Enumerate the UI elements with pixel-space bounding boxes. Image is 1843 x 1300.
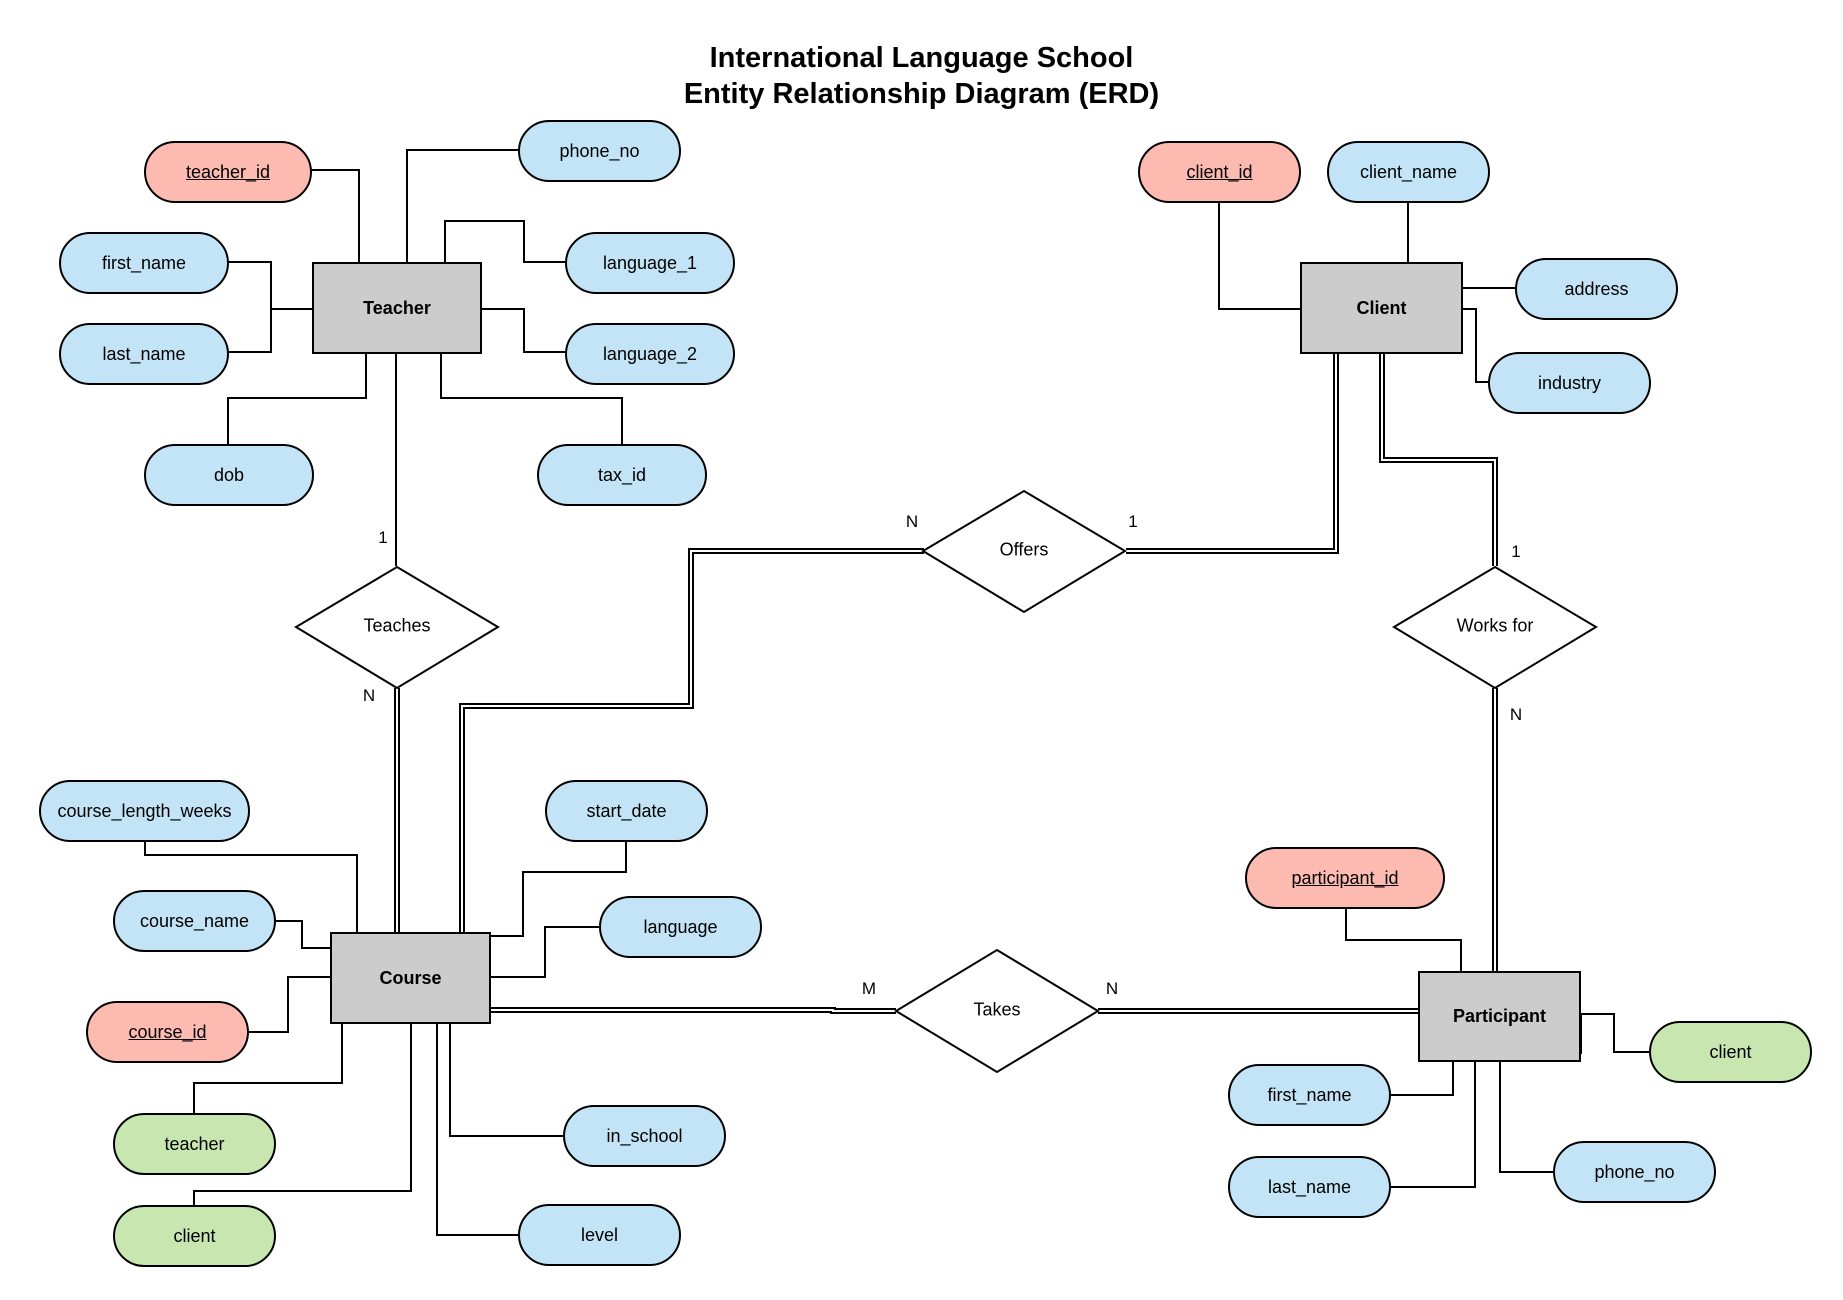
attr-participant-id[interactable]: participant_id <box>1245 847 1445 909</box>
double-offers-course <box>459 548 924 932</box>
relationship-offers-label[interactable]: Offers <box>1000 540 1049 561</box>
relationship-works-for-label[interactable]: Works for <box>1457 616 1534 637</box>
cardinality-offers-course: N <box>905 512 919 531</box>
attr-teacher-last-name[interactable]: last_name <box>59 323 229 385</box>
connector-language-2 <box>481 308 566 353</box>
cardinality-teaches-course: N <box>362 686 376 705</box>
connector-course-id <box>249 976 330 1033</box>
connector-language-1 <box>444 220 566 263</box>
diagram-title-line-1: International Language School <box>709 42 1134 74</box>
connector-in-school <box>449 1024 564 1137</box>
connector-first-name <box>227 261 272 353</box>
attr-teacher-language-2[interactable]: language_2 <box>565 323 735 385</box>
entity-participant[interactable]: Participant <box>1418 971 1581 1062</box>
connector-part-phone <box>1499 1061 1554 1173</box>
attr-teacher-tax-id[interactable]: tax_id <box>537 444 707 506</box>
attr-course-client[interactable]: client <box>113 1205 276 1267</box>
attr-course-teacher[interactable]: teacher <box>113 1113 276 1175</box>
connector-course-name <box>274 920 330 949</box>
connector-part-client-2 <box>1580 1013 1650 1053</box>
connector-client-id <box>1218 202 1300 310</box>
attr-participant-first-name[interactable]: first_name <box>1228 1064 1391 1126</box>
attr-client-industry[interactable]: industry <box>1488 352 1651 414</box>
relationship-takes-label[interactable]: Takes <box>973 1000 1020 1021</box>
double-client-offers <box>1126 354 1339 554</box>
erd-canvas: International Language School Entity Rel… <box>0 0 1843 1300</box>
attr-client-id[interactable]: client_id <box>1138 141 1301 203</box>
attr-course-in-school[interactable]: in_school <box>563 1105 726 1167</box>
entity-teacher[interactable]: Teacher <box>312 262 482 354</box>
connector-language <box>490 926 600 978</box>
attr-participant-phone-no[interactable]: phone_no <box>1553 1141 1716 1203</box>
connector-industry <box>1462 308 1489 383</box>
cardinality-teaches-teacher: 1 <box>378 528 388 547</box>
connector-phone-no <box>406 149 519 262</box>
cardinality-takes-course: M <box>861 979 877 998</box>
attr-teacher-id[interactable]: teacher_id <box>144 141 312 203</box>
cardinality-takes-participant: N <box>1105 979 1119 998</box>
attr-course-language[interactable]: language <box>599 896 762 958</box>
cardinality-worksfor-client: 1 <box>1511 542 1521 561</box>
attr-teacher-phone-no[interactable]: phone_no <box>518 120 681 182</box>
connector-dob <box>227 354 367 445</box>
cardinality-offers-client: 1 <box>1128 512 1138 531</box>
entity-course[interactable]: Course <box>330 932 491 1024</box>
attr-participant-last-name[interactable]: last_name <box>1228 1156 1391 1218</box>
cardinality-worksfor-participant: N <box>1509 705 1523 724</box>
attr-course-level[interactable]: level <box>518 1204 681 1266</box>
attr-teacher-dob[interactable]: dob <box>144 444 314 506</box>
connector-participant-id <box>1345 909 1462 971</box>
entity-client[interactable]: Client <box>1300 262 1463 354</box>
connector-part-first <box>1389 1061 1454 1096</box>
attr-course-id[interactable]: course_id <box>86 1001 249 1063</box>
connector-teacher-id <box>310 169 360 262</box>
attr-course-start-date[interactable]: start_date <box>545 780 708 842</box>
attr-client-address[interactable]: address <box>1515 258 1678 320</box>
attr-course-length-weeks[interactable]: course_length_weeks <box>39 780 250 842</box>
attr-teacher-first-name[interactable]: first_name <box>59 232 229 294</box>
connector-part-last <box>1389 1061 1476 1188</box>
attr-participant-client[interactable]: client <box>1649 1021 1812 1083</box>
diagram-title-line-2: Entity Relationship Diagram (ERD) <box>683 78 1160 110</box>
attr-teacher-language-1[interactable]: language_1 <box>565 232 735 294</box>
attr-client-name[interactable]: client_name <box>1327 141 1490 203</box>
relationship-teaches-label[interactable]: Teaches <box>363 616 430 637</box>
attr-course-name[interactable]: course_name <box>113 890 276 952</box>
